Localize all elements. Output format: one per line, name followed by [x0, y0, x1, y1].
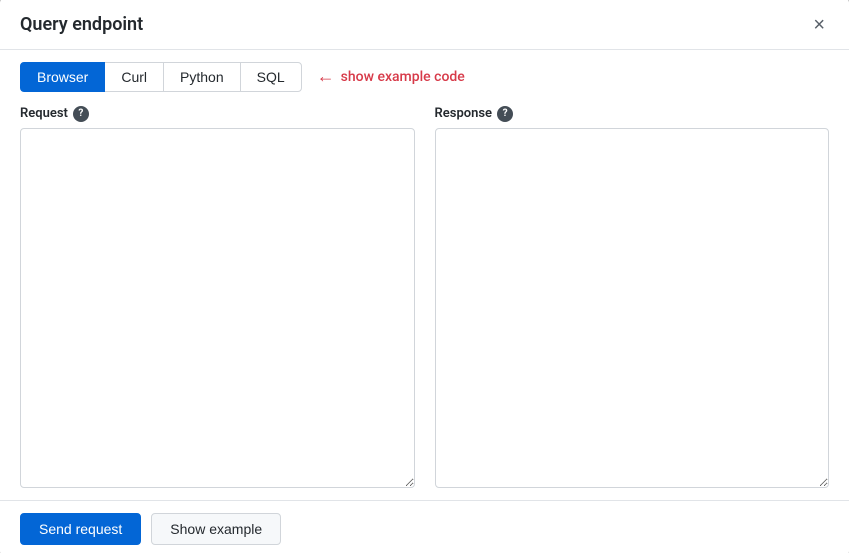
arrow-left-icon: ← [317, 66, 335, 87]
tab-curl[interactable]: Curl [104, 62, 164, 92]
request-panel: Request ? [20, 106, 415, 488]
tabs-row: Browser Curl Python SQL ← show example c… [0, 50, 849, 92]
modal-footer: Send request Show example [0, 500, 849, 553]
request-help-icon[interactable]: ? [73, 106, 89, 122]
query-endpoint-modal: Query endpoint × Browser Curl Python SQL… [0, 0, 849, 553]
response-panel: Response ? [435, 106, 830, 488]
modal-header: Query endpoint × [0, 0, 849, 50]
response-help-icon[interactable]: ? [497, 106, 513, 122]
show-example-button[interactable]: Show example [151, 513, 281, 545]
modal-body: Request ? Response ? [0, 92, 849, 500]
tab-sql[interactable]: SQL [240, 62, 302, 92]
modal-title: Query endpoint [20, 14, 143, 35]
response-label: Response ? [435, 106, 830, 122]
response-textarea[interactable] [435, 128, 830, 488]
request-textarea[interactable] [20, 128, 415, 488]
show-example-annotation: ← show example code [317, 66, 465, 87]
close-button[interactable]: × [809, 13, 829, 37]
tab-browser[interactable]: Browser [20, 62, 105, 92]
request-label: Request ? [20, 106, 415, 122]
show-example-text: show example code [341, 69, 465, 85]
tab-python[interactable]: Python [163, 62, 241, 92]
send-request-button[interactable]: Send request [20, 513, 141, 545]
modal-overlay: Query endpoint × Browser Curl Python SQL… [0, 0, 849, 553]
